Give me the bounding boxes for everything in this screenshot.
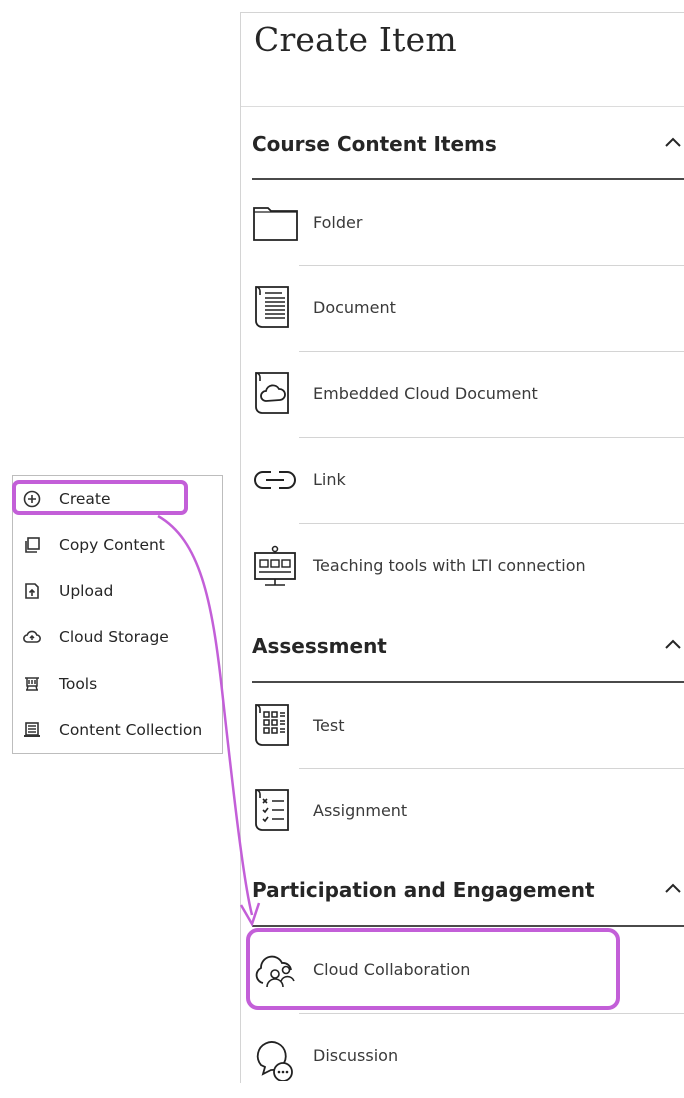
section-header-assessment[interactable]: Assessment <box>252 626 682 666</box>
create-item-link[interactable]: Link <box>241 437 684 522</box>
create-item-embedded-cloud-document[interactable]: Embedded Cloud Document <box>241 351 684 436</box>
menu-item-tools[interactable]: Tools <box>13 664 224 704</box>
chevron-up-icon <box>662 878 684 900</box>
assignment-icon <box>251 786 301 836</box>
menu-item-cloud-storage[interactable]: Cloud Storage <box>13 617 224 657</box>
item-label: Assignment <box>313 801 408 820</box>
cloud-document-icon <box>251 369 301 419</box>
document-icon <box>251 283 301 333</box>
cloud-collaboration-icon <box>251 945 301 995</box>
menu-item-label: Upload <box>59 582 114 600</box>
page-title: Create Item <box>254 20 457 59</box>
create-item-assignment[interactable]: Assignment <box>241 768 684 853</box>
title-divider <box>241 106 684 107</box>
create-item-document[interactable]: Document <box>241 265 684 350</box>
link-icon <box>251 455 301 505</box>
discussion-icon <box>251 1031 301 1081</box>
menu-item-copy-content[interactable]: Copy Content <box>13 525 224 565</box>
section-title: Course Content Items <box>252 132 497 156</box>
create-item-folder[interactable]: Folder <box>241 180 684 265</box>
menu-item-create[interactable]: Create <box>13 479 224 519</box>
create-item-lti-tool[interactable]: Teaching tools with LTI connection <box>241 523 684 608</box>
menu-item-label: Tools <box>59 675 98 693</box>
item-label: Link <box>313 470 346 489</box>
content-menu: Create Copy Content Upload Cloud Storage… <box>12 475 223 754</box>
item-label: Document <box>313 298 396 317</box>
create-item-cloud-collaboration[interactable]: Cloud Collaboration <box>241 927 684 1012</box>
section-header-participation-and-engagement[interactable]: Participation and Engagement <box>252 870 682 910</box>
menu-item-label: Create <box>59 490 111 508</box>
create-item-test[interactable]: Test <box>241 683 684 768</box>
item-label: Cloud Collaboration <box>313 960 471 979</box>
chevron-up-icon <box>662 634 684 656</box>
menu-item-content-collection[interactable]: Content Collection <box>13 710 224 750</box>
chevron-up-icon <box>662 132 684 154</box>
tools-cart-icon <box>22 674 42 694</box>
item-label: Teaching tools with LTI connection <box>313 556 586 575</box>
item-label: Embedded Cloud Document <box>313 384 538 403</box>
item-label: Discussion <box>313 1046 399 1065</box>
section-header-course-content-items[interactable]: Course Content Items <box>252 124 682 164</box>
copy-icon <box>22 535 42 555</box>
menu-item-label: Copy Content <box>59 536 165 554</box>
create-item-discussion[interactable]: Discussion <box>241 1013 684 1098</box>
menu-item-label: Cloud Storage <box>59 628 169 646</box>
create-item-panel: Create Item Course Content Items Folder … <box>240 12 684 1083</box>
item-label: Folder <box>313 213 363 232</box>
test-icon <box>251 701 301 751</box>
upload-icon <box>22 581 42 601</box>
section-title: Participation and Engagement <box>252 878 595 902</box>
menu-item-label: Content Collection <box>59 721 203 739</box>
lti-tool-icon <box>251 541 301 591</box>
content-collection-icon <box>22 720 42 740</box>
item-label: Test <box>313 716 345 735</box>
folder-icon <box>251 198 301 248</box>
section-title: Assessment <box>252 634 387 658</box>
menu-item-upload[interactable]: Upload <box>13 571 224 611</box>
cloud-upload-icon <box>22 627 42 647</box>
plus-circle-icon <box>22 489 42 509</box>
